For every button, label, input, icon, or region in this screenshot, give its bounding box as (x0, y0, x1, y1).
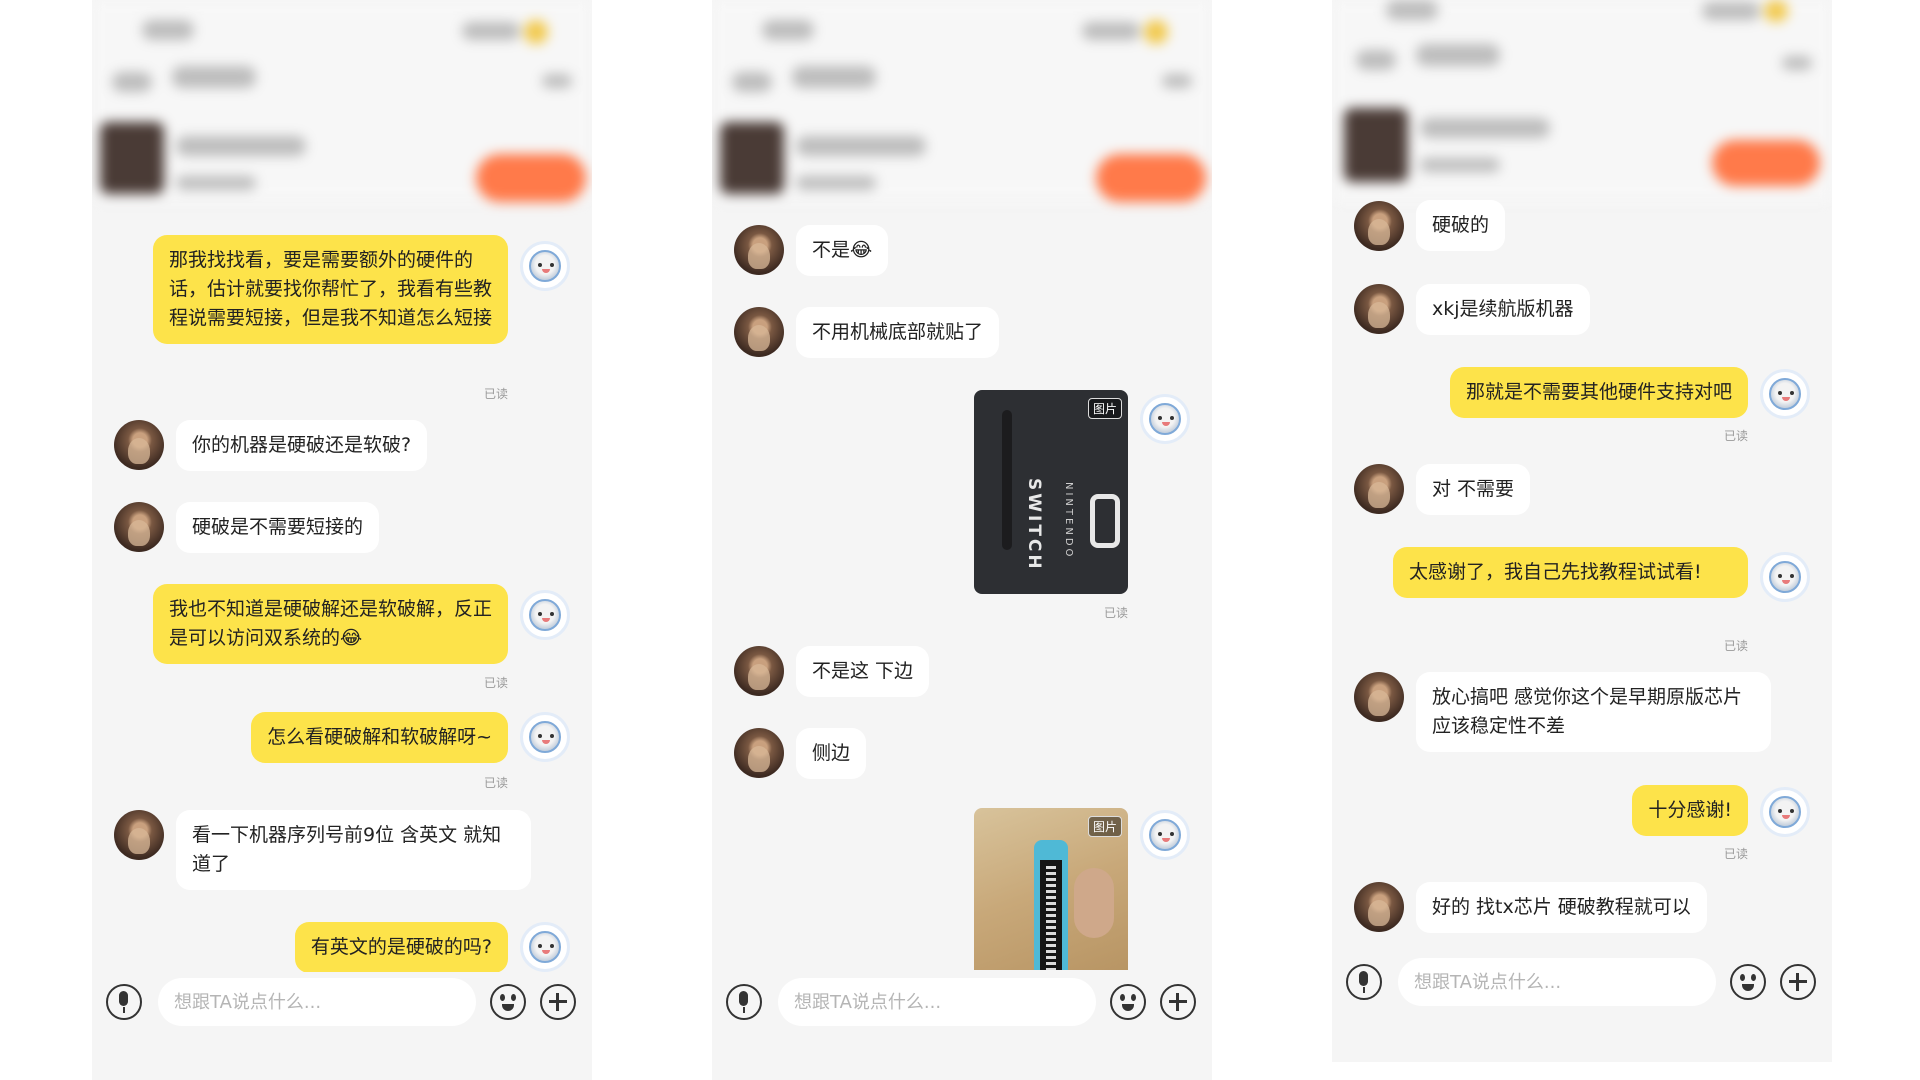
input-bar (92, 972, 592, 1032)
my-avatar-icon[interactable] (520, 590, 570, 640)
message-bubble[interactable]: 十分感谢! (1632, 785, 1748, 836)
message-bubble[interactable]: 那就是不需要其他硬件支持对吧 (1449, 367, 1748, 418)
message-bubble[interactable]: 那我找找看，要是需要额外的硬件的话，估计就要找你帮忙了，我看有些教程说需要短接，… (153, 235, 508, 344)
plus-icon[interactable] (1780, 964, 1816, 1000)
plus-icon[interactable] (540, 984, 576, 1020)
peer-avatar-icon[interactable] (734, 728, 784, 778)
message-list[interactable]: 硬破的 xkj是续航版机器 那就是不需要其他硬件支持对吧 已读 对 不需要 太感… (1332, 200, 1832, 1062)
emoji-icon[interactable] (1110, 984, 1146, 1020)
image-switch-text: SWITCH (1024, 478, 1044, 572)
message-bubble[interactable]: 有英文的是硬破的吗? (294, 922, 508, 973)
input-bar (1332, 952, 1832, 1012)
blurred-header (712, 0, 1212, 202)
peer-avatar-icon[interactable] (1354, 464, 1404, 514)
my-avatar-icon[interactable] (1140, 394, 1190, 444)
message-bubble[interactable]: 怎么看硬破解和软破解呀~ (251, 712, 508, 763)
my-avatar-icon[interactable] (520, 922, 570, 972)
peer-avatar-icon[interactable] (734, 646, 784, 696)
peer-avatar-icon[interactable] (1354, 882, 1404, 932)
read-status: 已读 (483, 776, 508, 790)
message-input[interactable] (158, 978, 476, 1026)
message-bubble[interactable]: 硬破的 (1416, 200, 1506, 251)
message-bubble[interactable]: 太感谢了，我自己先找教程试试看! (1393, 547, 1748, 598)
switch-logo-icon (1090, 494, 1120, 548)
my-avatar-icon[interactable] (520, 712, 570, 762)
chat-screen-1: 那我找找看，要是需要额外的硬件的话，估计就要找你帮忙了，我看有些教程说需要短接，… (92, 0, 592, 1080)
read-status: 已读 (1723, 429, 1748, 443)
emoji-icon[interactable] (490, 984, 526, 1020)
message-bubble[interactable]: 你的机器是硬破还是软破? (176, 420, 428, 471)
input-bar (712, 972, 1212, 1032)
peer-avatar-icon[interactable] (1354, 284, 1404, 334)
image-tag: 图片 (1087, 816, 1122, 837)
blurred-header (92, 0, 592, 202)
read-status: 已读 (1103, 606, 1128, 620)
my-avatar-icon[interactable] (1140, 810, 1190, 860)
my-avatar-icon[interactable] (1760, 552, 1810, 602)
microphone-icon[interactable] (1346, 964, 1382, 1000)
message-input[interactable] (778, 978, 1096, 1026)
message-input[interactable] (1398, 958, 1716, 1006)
message-bubble[interactable]: 不用机械底部就贴了 (796, 307, 1000, 358)
microphone-icon[interactable] (106, 984, 142, 1020)
image-tag: 图片 (1087, 398, 1122, 419)
message-bubble[interactable]: 我也不知道是硬破解还是软破解，反正是可以访问双系统的😂 (153, 584, 508, 664)
peer-avatar-icon[interactable] (114, 810, 164, 860)
message-bubble[interactable]: 不是这 下边 (796, 646, 930, 697)
read-status: 已读 (483, 676, 508, 690)
my-avatar-icon[interactable] (1760, 369, 1810, 419)
plus-icon[interactable] (1160, 984, 1196, 1020)
chat-screen-3: 硬破的 xkj是续航版机器 那就是不需要其他硬件支持对吧 已读 对 不需要 太感… (1332, 0, 1832, 1062)
message-list[interactable]: 不是😂 不用机械底部就贴了 SWITCH NINTENDO 图片 已读 不是这 … (712, 200, 1212, 1080)
blurred-header (1332, 0, 1832, 200)
peer-avatar-icon[interactable] (1354, 201, 1404, 251)
image-message[interactable]: SWITCH NINTENDO 图片 (974, 390, 1128, 594)
message-bubble[interactable]: 好的 找tx芯片 硬破教程就可以 (1416, 882, 1707, 933)
message-list[interactable]: 那我找找看，要是需要额外的硬件的话，估计就要找你帮忙了，我看有些教程说需要短接，… (92, 200, 592, 1080)
read-status: 已读 (483, 387, 508, 401)
microphone-icon[interactable] (726, 984, 762, 1020)
message-bubble[interactable]: 放心搞吧 感觉你这个是早期原版芯片 应该稳定性不差 (1416, 672, 1771, 752)
emoji-icon[interactable] (1730, 964, 1766, 1000)
image-message[interactable]: 图片 (974, 808, 1128, 970)
chat-screen-2: 不是😂 不用机械底部就贴了 SWITCH NINTENDO 图片 已读 不是这 … (712, 0, 1212, 1080)
peer-avatar-icon[interactable] (1354, 672, 1404, 722)
read-status: 已读 (1723, 847, 1748, 861)
message-bubble[interactable]: xkj是续航版机器 (1416, 284, 1590, 335)
message-bubble[interactable]: 看一下机器序列号前9位 含英文 就知道了 (176, 810, 531, 890)
peer-avatar-icon[interactable] (734, 225, 784, 275)
image-nintendo-text: NINTENDO (1063, 482, 1074, 560)
message-bubble[interactable]: 对 不需要 (1416, 464, 1531, 515)
peer-avatar-icon[interactable] (114, 502, 164, 552)
message-bubble[interactable]: 侧边 (796, 728, 867, 779)
read-status: 已读 (1723, 639, 1748, 653)
peer-avatar-icon[interactable] (734, 307, 784, 357)
my-avatar-icon[interactable] (520, 241, 570, 291)
message-bubble[interactable]: 不是😂 (796, 225, 889, 276)
peer-avatar-icon[interactable] (114, 420, 164, 470)
my-avatar-icon[interactable] (1760, 787, 1810, 837)
message-bubble[interactable]: 硬破是不需要短接的 (176, 502, 380, 553)
